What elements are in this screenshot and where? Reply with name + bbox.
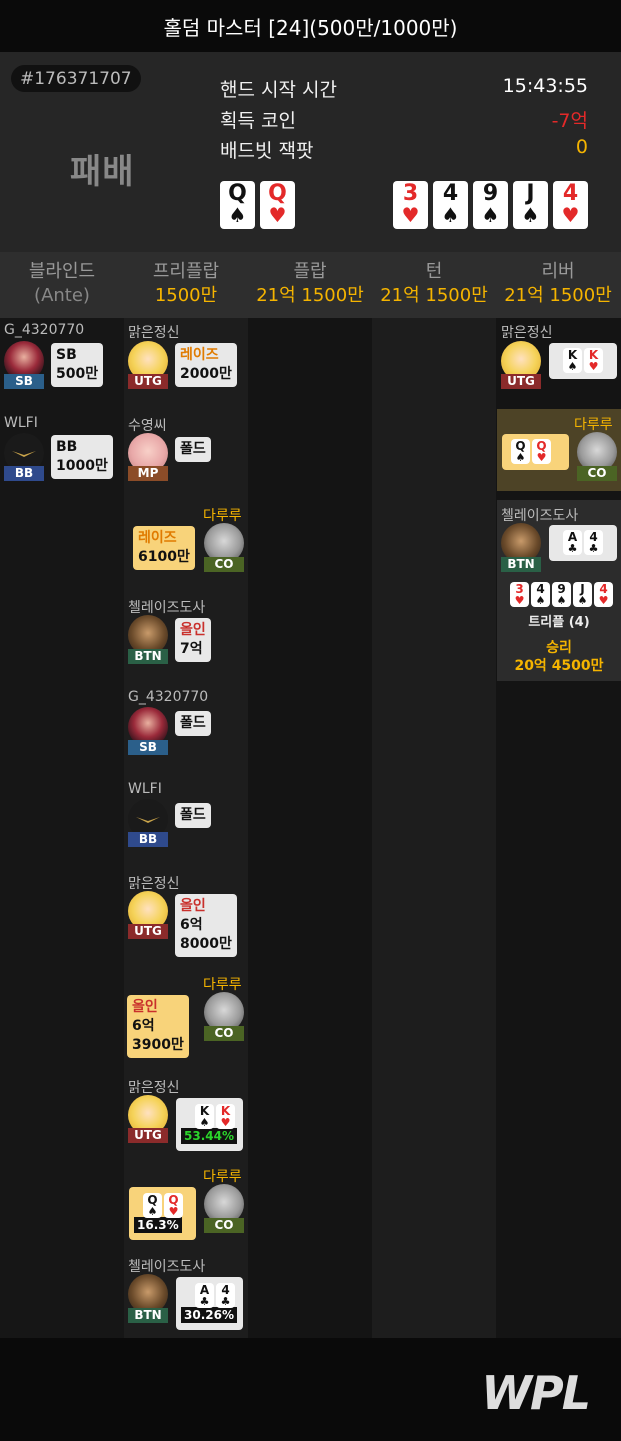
- shown-hand: Q ♠ Q ♥: [502, 434, 569, 470]
- position-badge: CO: [204, 1218, 244, 1233]
- position-badge: BTN: [501, 557, 541, 572]
- position-badge: BTN: [128, 649, 168, 664]
- footer: WPL: [0, 1338, 621, 1441]
- action-bubble: SB 500만: [51, 343, 104, 387]
- action-bubble: 올인 7억: [175, 618, 211, 662]
- street-header: 블라인드 (Ante) 프리플랍 1500만 플랍 21억 1500만 턴 21억 15…: [0, 252, 621, 318]
- best-hand-card: 4 ♠: [531, 582, 550, 607]
- equity-value: 53.44%: [181, 1128, 237, 1144]
- board-card-2: 4 ♠: [433, 181, 468, 229]
- player-name: WLFI: [4, 415, 38, 431]
- shown-card: A ♣: [563, 530, 582, 555]
- wpl-logo: WPL: [481, 1366, 591, 1420]
- equity-value: 30.26%: [181, 1307, 237, 1323]
- player-name: 다루루: [203, 508, 242, 524]
- street-river: 리버 21억 1500만: [504, 261, 612, 306]
- position-badge: BTN: [128, 1308, 168, 1323]
- shown-card: A ♣: [195, 1283, 214, 1308]
- player-name: WLFI: [128, 781, 162, 797]
- board-card-3: 9 ♠: [473, 181, 508, 229]
- coins-value: -7억: [551, 110, 588, 132]
- shown-card: K ♠: [563, 348, 582, 373]
- shown-card: 4 ♣: [216, 1283, 235, 1308]
- position-badge: CO: [577, 466, 617, 481]
- position-badge: BB: [4, 466, 44, 481]
- position-badge: UTG: [128, 1128, 168, 1143]
- street-blinds: 블라인드 (Ante): [28, 261, 96, 306]
- win-amount: 20억 4500만: [514, 658, 604, 674]
- shown-card: Q ♠: [511, 439, 530, 464]
- result-label: 패배: [70, 152, 135, 192]
- hand-rank: 트리플 (4): [528, 615, 590, 630]
- street-preflop: 프리플랍 1500만: [152, 261, 220, 306]
- best-hand-card: 4 ♥: [594, 582, 613, 607]
- player-name: 수영씨: [128, 418, 167, 434]
- player-name: G_4320770: [128, 689, 209, 705]
- action-bubble: 폴드: [175, 437, 211, 462]
- player-name: G_4320770: [4, 322, 85, 338]
- action-bubble: 레이즈 6100만: [133, 526, 195, 570]
- best-hand-card: J ♠: [573, 582, 592, 607]
- player-name: 첼레이즈도사: [128, 600, 206, 616]
- player-name: 맑은정신: [128, 325, 180, 341]
- board-card-4: J ♠: [513, 181, 548, 229]
- position-badge: UTG: [501, 374, 541, 389]
- jackpot-value: 0: [575, 136, 588, 158]
- shown-card: K ♥: [216, 1104, 235, 1129]
- position-badge: UTG: [128, 374, 168, 389]
- start-time-label: 핸드 시작 시간: [220, 79, 337, 101]
- shown-card: K ♠: [195, 1104, 214, 1129]
- best-hand-card: 3 ♥: [510, 582, 529, 607]
- equity-bubble: A ♣ 4 ♣ 30.26%: [176, 1277, 243, 1330]
- hole-card-2: Q ♥: [260, 181, 295, 229]
- action-bubble: 폴드: [175, 803, 211, 828]
- hand-summary: #176371707 패배 핸드 시작 시간 15:43:55 획득 코인 -7…: [0, 52, 621, 252]
- position-badge: MP: [128, 466, 168, 481]
- flop-column: [248, 318, 372, 1338]
- action-bubble: 레이즈 2000만: [175, 343, 237, 387]
- position-badge: UTG: [128, 924, 168, 939]
- equity-value: 16.3%: [134, 1217, 182, 1233]
- shown-card: K ♥: [584, 348, 603, 373]
- shown-hand: A ♣ 4 ♣: [549, 525, 617, 561]
- street-turn: 턴 21억 1500만: [380, 261, 488, 306]
- board-card-5: 4 ♥: [553, 181, 588, 229]
- hand-id: #176371707: [11, 65, 141, 92]
- player-name: 다루루: [203, 1169, 242, 1185]
- action-bubble: 올인 6억 8000만: [175, 894, 237, 957]
- player-name: 맑은정신: [128, 876, 180, 892]
- shown-hand: K ♠ K ♥: [549, 343, 617, 379]
- player-name: 맑은정신: [501, 325, 553, 341]
- coins-label: 획득 코인: [220, 110, 296, 132]
- action-bubble: 폴드: [175, 711, 211, 736]
- jackpot-label: 배드빗 잭팟: [220, 140, 314, 162]
- shown-card: Q ♥: [164, 1193, 183, 1218]
- shown-card: Q ♠: [143, 1193, 162, 1218]
- turn-column: [372, 318, 496, 1338]
- action-bubble: BB 1000만: [51, 435, 113, 479]
- position-badge: CO: [204, 1026, 244, 1041]
- position-badge: BB: [128, 832, 168, 847]
- player-name: 첼레이즈도사: [128, 1259, 206, 1275]
- shown-card: Q ♥: [532, 439, 551, 464]
- position-badge: CO: [204, 557, 244, 572]
- win-label: 승리: [546, 640, 572, 656]
- player-name: 다루루: [574, 417, 613, 433]
- player-name: 다루루: [203, 977, 242, 993]
- best-hand-card: 9 ♠: [552, 582, 571, 607]
- player-name: 첼레이즈도사: [501, 508, 579, 524]
- start-time-value: 15:43:55: [502, 75, 588, 97]
- window-title: 홀덤 마스터 [24](500만/1000만): [0, 0, 621, 52]
- player-name: 맑은정신: [128, 1080, 180, 1096]
- street-flop: 플랍 21억 1500만: [256, 261, 364, 306]
- position-badge: SB: [128, 740, 168, 755]
- board-card-1: 3 ♥: [393, 181, 428, 229]
- equity-bubble: Q ♠ Q ♥ 16.3%: [129, 1187, 196, 1240]
- hole-card-1: Q ♠: [220, 181, 255, 229]
- action-bubble: 올인 6억 3900만: [127, 995, 189, 1058]
- shown-card: 4 ♣: [584, 530, 603, 555]
- equity-bubble: K ♠ K ♥ 53.44%: [176, 1098, 243, 1151]
- position-badge: SB: [4, 374, 44, 389]
